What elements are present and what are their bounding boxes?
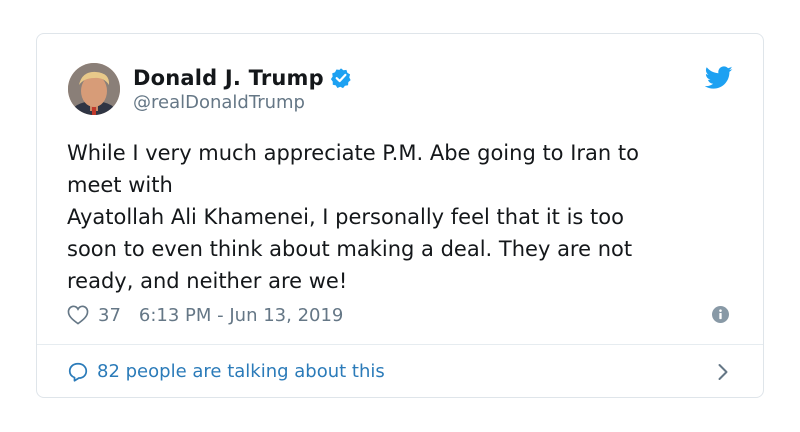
tweet-text-line: While I very much appreciate P.M. Abe go… <box>67 141 639 165</box>
tweet-card: Donald J. Trump @realDonaldTrump While I… <box>36 33 764 398</box>
talking-about-text[interactable]: 82 people are talking about this <box>97 361 385 382</box>
display-name[interactable]: Donald J. Trump <box>133 66 324 90</box>
user-handle[interactable]: @realDonaldTrump <box>133 92 305 113</box>
tweet-text-line: ready, and neither are we! <box>67 269 348 293</box>
heart-icon[interactable] <box>67 305 89 325</box>
like-count: 37 <box>98 304 121 326</box>
tweet-text-line: Ayatollah Ali Khamenei, I personally fee… <box>67 205 624 229</box>
tweet-text-line: soon to even think about making a deal. … <box>67 237 633 261</box>
tweet-text: While I very much appreciate P.M. Abe go… <box>67 137 737 297</box>
chat-bubble-icon <box>67 361 89 383</box>
tweet-timestamp[interactable]: 6:13 PM - Jun 13, 2019 <box>139 305 343 326</box>
info-icon[interactable] <box>712 306 729 323</box>
avatar[interactable] <box>68 63 120 115</box>
tweet-text-line: meet with <box>67 173 173 197</box>
twitter-bird-icon[interactable] <box>704 66 733 90</box>
avatar-image <box>68 63 120 115</box>
chevron-right-icon[interactable] <box>717 362 729 382</box>
conversation-link[interactable]: 82 people are talking about this <box>67 345 733 398</box>
verified-badge-icon <box>330 67 352 89</box>
tweet-meta-row: 37 6:13 PM - Jun 13, 2019 <box>67 302 343 328</box>
author-name-row[interactable]: Donald J. Trump <box>133 64 352 92</box>
